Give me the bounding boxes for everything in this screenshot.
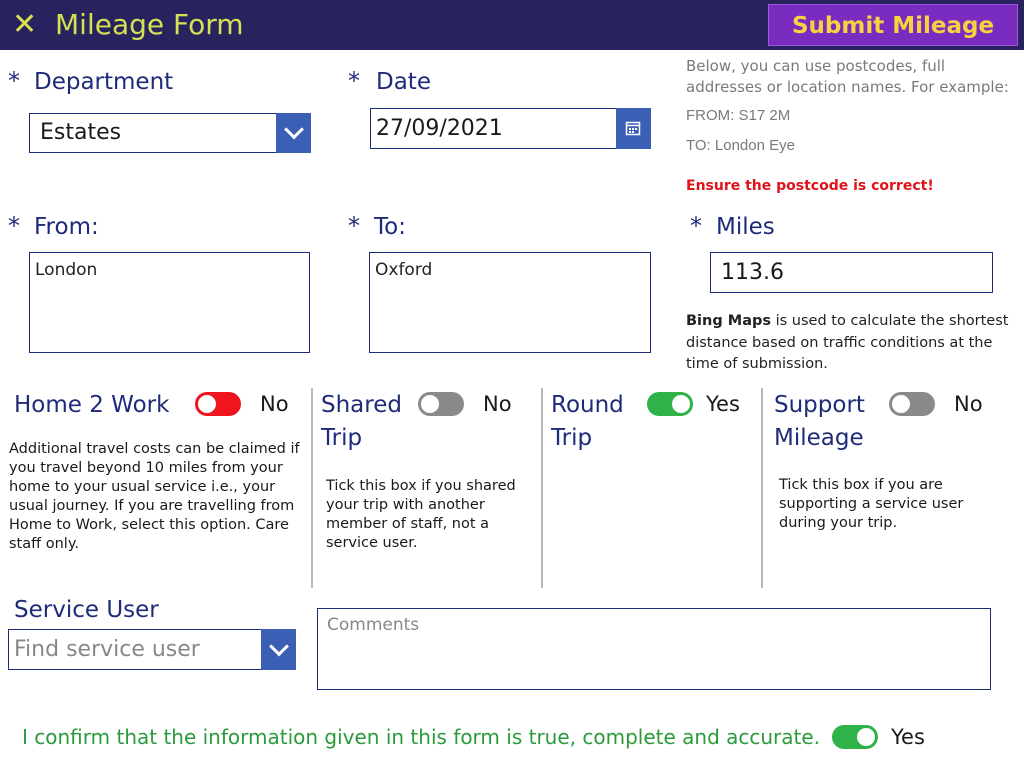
bing-maps-name: Bing Maps [686, 313, 771, 329]
toggle-knob [892, 395, 910, 413]
to-input[interactable]: Oxford [369, 252, 651, 353]
comments-input[interactable]: Comments [317, 608, 991, 690]
close-icon[interactable]: ✕ [12, 10, 38, 40]
toggle-knob [421, 395, 439, 413]
miles-label: Miles [716, 214, 775, 240]
to-example-text: TO: London Eye [686, 137, 795, 154]
shared-trip-toggle[interactable] [418, 392, 464, 416]
support-mileage-label: Support Mileage [774, 392, 865, 451]
submit-mileage-button[interactable]: Submit Mileage [768, 4, 1018, 46]
home2work-state: No [260, 392, 289, 416]
service-user-placeholder: Find service user [14, 637, 200, 662]
service-user-label: Service User [14, 597, 159, 623]
app-title: Mileage Form [55, 8, 244, 41]
home2work-description: Additional travel costs can be claimed i… [9, 441, 300, 552]
column-divider [761, 388, 763, 588]
date-label: Date [376, 69, 431, 95]
column-divider [541, 388, 543, 588]
calendar-icon [625, 121, 641, 136]
department-dropdown-button[interactable] [276, 113, 311, 153]
home2work-label: Home 2 Work [14, 392, 170, 418]
department-value: Estates [40, 120, 122, 145]
from-required-mark: * [8, 212, 20, 240]
toggle-knob [857, 728, 875, 746]
date-picker[interactable]: 27/09/2021 [370, 108, 651, 149]
round-trip-state: Yes [706, 392, 740, 416]
calendar-button[interactable] [616, 108, 651, 149]
shared-trip-state: No [483, 392, 512, 416]
department-label: Department [34, 69, 174, 95]
support-mileage-description: Tick this box if you are supporting a se… [779, 477, 964, 531]
chevron-down-icon [283, 119, 304, 140]
from-example-text: FROM: S17 2M [686, 107, 791, 124]
date-required-mark: * [348, 67, 360, 95]
confirm-statement: I confirm that the information given in … [22, 725, 821, 749]
miles-value: 113.6 [721, 260, 784, 285]
to-required-mark: * [348, 212, 360, 240]
from-value: London [35, 260, 98, 280]
toggle-knob [672, 395, 690, 413]
location-help-text: Below, you can use postcodes, full addre… [686, 57, 1009, 96]
from-input[interactable]: London [29, 252, 310, 353]
comments-placeholder: Comments [327, 615, 420, 635]
date-value: 27/09/2021 [376, 116, 503, 141]
round-trip-toggle[interactable] [647, 392, 693, 416]
miles-input[interactable]: 113.6 [710, 252, 993, 293]
department-required-mark: * [8, 67, 20, 95]
home2work-toggle[interactable] [195, 392, 241, 416]
support-mileage-state: No [954, 392, 983, 416]
to-value: Oxford [375, 260, 433, 280]
round-trip-label: Round Trip [551, 392, 624, 451]
service-user-combobox[interactable]: Find service user [8, 629, 296, 670]
postcode-warning: Ensure the postcode is correct! [686, 178, 934, 194]
column-divider [311, 388, 313, 588]
shared-trip-label: Shared Trip [321, 392, 402, 451]
support-mileage-toggle[interactable] [889, 392, 935, 416]
from-label: From: [34, 214, 99, 240]
shared-trip-description: Tick this box if you shared your trip wi… [326, 478, 516, 551]
toggle-knob [198, 395, 216, 413]
department-dropdown[interactable]: Estates [29, 113, 311, 153]
confirm-state: Yes [891, 725, 925, 749]
confirm-toggle[interactable] [832, 725, 878, 749]
to-label: To: [374, 214, 406, 240]
chevron-down-icon [268, 636, 289, 656]
miles-required-mark: * [690, 212, 702, 240]
bing-maps-note: Bing Maps is used to calculate the short… [686, 311, 1020, 376]
service-user-dropdown-button[interactable] [261, 629, 296, 670]
